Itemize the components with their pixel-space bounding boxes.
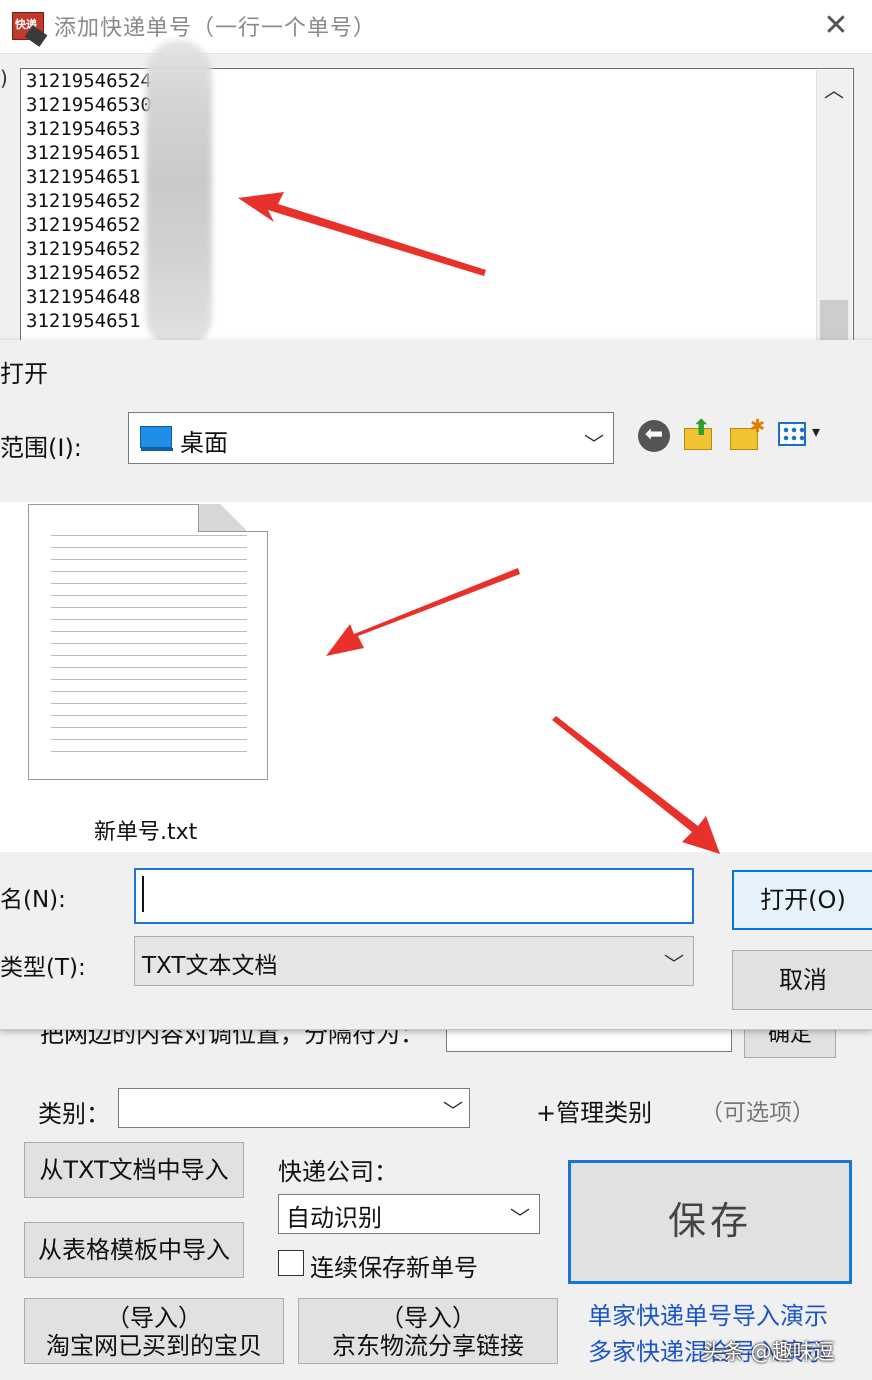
view-menu-icon[interactable]: ▾	[778, 420, 830, 448]
import-taobao-line1: （导入）	[106, 1304, 202, 1332]
chevron-down-icon: ﹀	[584, 432, 604, 456]
courier-company-value: 自动识别	[286, 1204, 382, 1232]
filename-label: 名(N):	[0, 887, 66, 913]
dialog-title: 添加快递单号（一行一个单号）	[54, 16, 377, 41]
back-arrow-icon[interactable]: ⬅	[638, 420, 670, 452]
save-button[interactable]: 保存	[568, 1160, 852, 1284]
import-from-template-button[interactable]: 从表格模板中导入	[24, 1222, 244, 1278]
import-taobao-line2: 淘宝网已买到的宝贝	[46, 1332, 262, 1360]
look-in-label: 范围(I):	[0, 434, 82, 462]
up-arrow-glyph: ⬆	[692, 416, 711, 441]
chevron-down-icon: ﹀	[443, 1099, 463, 1123]
text-file-icon[interactable]	[28, 504, 268, 780]
single-courier-demo-link[interactable]: 单家快递单号导入演示	[588, 1296, 828, 1331]
import-taobao-button[interactable]: （导入） 淘宝网已买到的宝贝	[24, 1298, 284, 1364]
left-edge-fragment: )	[0, 66, 8, 90]
privacy-blur-mask	[146, 40, 212, 350]
new-star-glyph: ✱	[750, 416, 766, 437]
chevron-down-icon: ﹀	[664, 952, 684, 976]
import-jd-button[interactable]: （导入） 京东物流分享链接	[298, 1298, 558, 1364]
look-in-value: 桌面	[180, 429, 228, 457]
continuous-save-checkbox[interactable]	[278, 1250, 304, 1276]
cancel-button[interactable]: 取消	[732, 950, 872, 1010]
open-dialog-title: 打开	[0, 360, 48, 388]
file-lines	[51, 535, 247, 757]
file-name-label[interactable]: 新单号.txt	[94, 814, 197, 846]
import-jd-line2: 京东物流分享链接	[332, 1332, 524, 1360]
up-folder-icon[interactable]: ⬆	[684, 416, 716, 450]
manage-category-link[interactable]: +管理类别	[536, 1093, 652, 1128]
open-button[interactable]: 打开(O)	[732, 870, 872, 930]
category-select[interactable]: ﹀	[118, 1088, 470, 1128]
view-caret-icon: ▾	[812, 422, 821, 441]
text-caret	[142, 876, 144, 912]
optional-hint: （可选项）	[700, 1100, 815, 1126]
new-folder-icon[interactable]: ✱	[730, 416, 766, 450]
file-corner-fold	[198, 504, 268, 532]
filetype-value: TXT文本文档	[142, 953, 278, 979]
view-grid-icon	[778, 422, 806, 446]
close-icon[interactable]: ✕	[814, 6, 858, 46]
filename-input[interactable]	[134, 868, 694, 924]
category-label: 类别：	[38, 1100, 110, 1128]
desktop-icon	[140, 426, 173, 451]
continuous-save-label[interactable]: 连续保存新单号	[310, 1248, 478, 1283]
courier-company-label: 快递公司：	[278, 1158, 398, 1186]
scroll-up-icon[interactable]: ︿	[816, 74, 852, 104]
import-from-txt-button[interactable]: 从TXT文档中导入	[24, 1142, 244, 1198]
chevron-down-icon: ﹀	[510, 1206, 530, 1230]
app-icon: 快递	[12, 12, 48, 47]
watermark: 头条 @趣味逗	[702, 1340, 835, 1364]
import-jd-line1: （导入）	[380, 1304, 476, 1332]
filetype-label: 类型(T):	[0, 955, 86, 981]
